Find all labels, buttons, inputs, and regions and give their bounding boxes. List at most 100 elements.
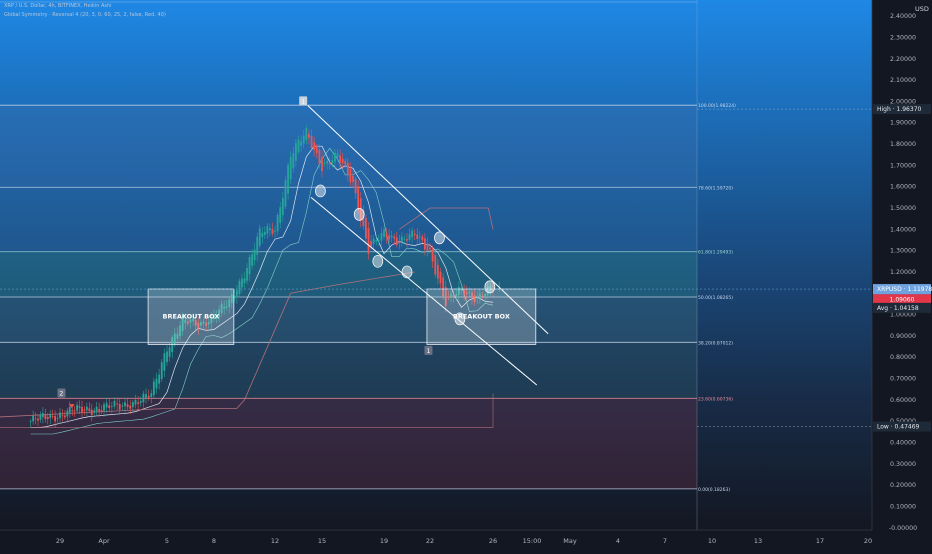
candle-body — [377, 240, 380, 242]
candle-body — [416, 234, 419, 240]
price-tick: 1.50000 — [890, 205, 916, 212]
candle-body — [71, 410, 74, 412]
avg-tag-text: Avg · 1.04158 — [877, 305, 919, 312]
candle-body — [400, 236, 403, 243]
fib-label: 0.00(0.18263) — [698, 487, 730, 493]
candle-body — [346, 162, 349, 175]
time-tick: 19 — [380, 537, 388, 545]
time-tick: 17 — [816, 537, 824, 545]
candle-body — [339, 155, 341, 163]
candle-body — [39, 414, 42, 420]
candle-body — [367, 228, 370, 254]
price-tick: 1.80000 — [890, 141, 916, 148]
time-tick: 20 — [864, 537, 872, 545]
touch-point-circle — [315, 184, 326, 198]
candle-body — [83, 409, 86, 411]
fib-zone — [0, 187, 697, 252]
candle-body — [113, 400, 116, 407]
time-tick: 22 — [426, 537, 434, 545]
candle-body — [105, 403, 108, 408]
fib-label: 50.00(1.08265) — [698, 295, 733, 301]
candle-body — [429, 247, 431, 250]
candle-body — [29, 421, 32, 422]
candle-body — [73, 410, 76, 412]
candle-body — [274, 231, 276, 232]
candle-body — [388, 235, 391, 240]
candle-body — [160, 362, 163, 380]
candle-body — [406, 239, 408, 241]
candle-body — [354, 178, 357, 194]
touch-point-circle — [434, 231, 445, 245]
wave-marker-label: 1 — [301, 98, 305, 105]
price-tick: 0.70000 — [890, 376, 916, 383]
price-tick: 1.70000 — [890, 162, 916, 169]
touch-point-circle — [372, 254, 384, 268]
price-chart[interactable]: 100.00(1.98224) 78.60(1.59720) 61.80(1.294… — [0, 0, 932, 550]
symbol-title: XRP / U.S. Dollar, 4h, BITFINEX, Heikin … — [4, 3, 112, 9]
candle-body — [243, 278, 246, 283]
candle-body — [54, 416, 57, 422]
candle-body — [49, 413, 52, 419]
candle-body — [147, 395, 150, 398]
indicator-title: Global Symmetry · Reversal 4 (20, 3, 0, … — [4, 12, 166, 18]
price-tick: 0.30000 — [890, 461, 916, 468]
candle-body — [279, 207, 282, 224]
candle-body — [380, 233, 383, 241]
candle-body — [413, 233, 416, 236]
candle-body — [59, 412, 61, 419]
candle-body — [365, 217, 367, 239]
time-tick: 29 — [56, 537, 64, 545]
candle-body — [263, 232, 266, 236]
candle-body — [297, 139, 300, 152]
breakout-box-label: BREAKOUT BOX — [162, 313, 219, 321]
candle-body — [334, 152, 336, 162]
wave-marker-label: 2 — [60, 390, 64, 397]
fib-zone — [0, 251, 697, 297]
price-tick: 0.40000 — [890, 440, 916, 447]
candle-body — [284, 180, 287, 207]
candle-body — [328, 162, 331, 165]
candle-body — [76, 404, 79, 411]
candle-body — [139, 401, 142, 404]
candle-body — [289, 157, 292, 180]
price-tick: 0.20000 — [890, 482, 916, 489]
candle-body — [326, 160, 329, 164]
candle-body — [292, 153, 295, 169]
candle-body — [61, 415, 64, 417]
candle-body — [269, 228, 271, 230]
candle-body — [100, 410, 103, 412]
time-tick: 7 — [663, 537, 667, 545]
candle-body — [241, 278, 243, 288]
candle-body — [336, 153, 339, 158]
fib-zone — [0, 342, 697, 399]
candle-body — [137, 402, 140, 404]
candle-body — [251, 254, 254, 266]
candle-body — [68, 406, 71, 414]
candle-body — [300, 141, 303, 146]
price-tick: 2.30000 — [890, 34, 916, 41]
fib-label: 78.60(1.59720) — [698, 185, 733, 191]
time-tick: 26 — [489, 537, 497, 545]
candle-body — [56, 417, 59, 419]
candle-body — [294, 142, 297, 161]
candle-body — [145, 394, 147, 398]
price-tick: 1.60000 — [890, 184, 916, 191]
candle-body — [63, 415, 66, 418]
candle-body — [134, 399, 137, 405]
candle-body — [421, 236, 424, 241]
candle-body — [88, 408, 91, 411]
candle-body — [318, 149, 321, 165]
low-tag-text: Low · 0.47469 — [877, 424, 920, 431]
candle-body — [46, 416, 49, 420]
candle-body — [253, 249, 256, 261]
candle-body — [357, 186, 360, 211]
candle-body — [390, 235, 393, 238]
candle-body — [375, 240, 378, 242]
candle-body — [238, 280, 241, 294]
candle-body — [131, 402, 134, 408]
fib-label: 61.80(1.29493) — [698, 250, 733, 256]
candle-body — [321, 156, 323, 171]
price-tick: 1.20000 — [890, 269, 916, 276]
time-axis-panel — [0, 530, 872, 550]
touch-point-circle — [484, 280, 496, 294]
